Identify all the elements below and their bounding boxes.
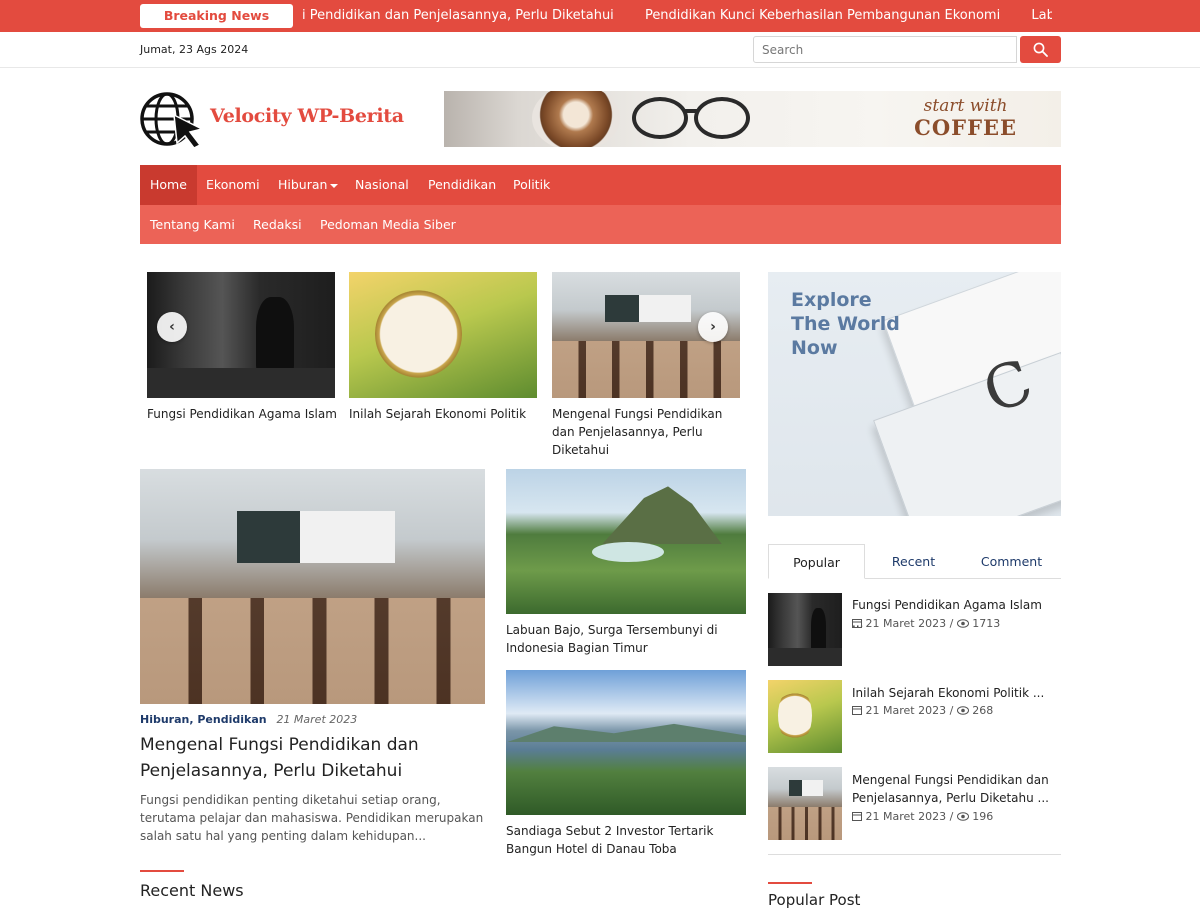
slide-title[interactable]: Fungsi Pendidikan Agama Islam xyxy=(147,405,337,423)
eye-icon xyxy=(956,812,969,821)
bay-shape xyxy=(592,541,665,562)
slider-prev-button[interactable]: ‹ xyxy=(157,312,187,342)
section-divider xyxy=(768,882,812,884)
ticker-item[interactable]: Pendidikan Kunci Keberhasilan Pembanguna… xyxy=(645,8,1000,23)
mountain-shape xyxy=(602,486,722,545)
recent-news-heading: Recent News xyxy=(140,881,244,900)
banner-text: start with COFFEE xyxy=(914,96,1017,140)
post-title[interactable]: Labuan Bajo, Surga Tersembunyi di Indone… xyxy=(506,621,746,657)
ticker-item[interactable]: i Pendidikan dan Penjelasannya, Perlu Di… xyxy=(302,8,614,23)
banner-text-big: COFFEE xyxy=(914,115,1017,140)
ticker-item[interactable]: Labuan Bajo, Surga Tersembunyi di Indone… xyxy=(1031,8,1052,23)
current-date: Jumat, 23 Ags 2024 xyxy=(140,43,249,56)
popular-date: 21 Maret 2023 xyxy=(865,810,947,823)
post-title[interactable]: Sandiaga Sebut 2 Investor Tertarik Bangu… xyxy=(506,822,746,858)
glasses-image xyxy=(632,97,688,139)
globe-cursor-logo-icon[interactable] xyxy=(140,91,206,149)
search-icon xyxy=(1033,42,1048,57)
secondary-nav: Tentang Kami Redaksi Pedoman Media Siber xyxy=(140,205,1061,244)
popular-meta: 21 Maret 2023 / 268 xyxy=(852,704,993,717)
sidebar-ad[interactable]: C Explore The World Now xyxy=(768,272,1061,516)
post-image[interactable] xyxy=(506,469,746,614)
nav-item-redaksi[interactable]: Redaksi xyxy=(243,205,312,244)
mountain-shape xyxy=(506,723,746,743)
slide-title[interactable]: Inilah Sejarah Ekonomi Politik xyxy=(349,405,539,423)
chevron-right-icon: › xyxy=(710,319,716,335)
popular-meta: 21 Maret 2023 / 196 xyxy=(852,810,993,823)
eye-icon xyxy=(956,619,969,628)
popular-thumbnail[interactable] xyxy=(768,593,842,666)
popular-thumbnail[interactable] xyxy=(768,680,842,753)
nav-item-pedoman-media-siber[interactable]: Pedoman Media Siber xyxy=(310,205,466,244)
tab-popular[interactable]: Popular xyxy=(768,544,865,579)
coffee-banner-ad[interactable]: start with COFFEE xyxy=(444,91,1061,147)
site-logo-text[interactable]: Velocity WP-Berita xyxy=(210,105,404,127)
glasses-lens xyxy=(694,97,750,139)
featured-excerpt: Fungsi pendidikan penting diketahui seti… xyxy=(140,793,484,843)
classroom-desks xyxy=(140,598,485,704)
breaking-news-bar: Breaking News i Pendidikan dan Penjelasa… xyxy=(0,0,1200,32)
tab-comment[interactable]: Comment xyxy=(962,544,1061,579)
popular-post-heading: Popular Post xyxy=(768,891,861,909)
popular-views: 1713 xyxy=(972,617,1001,630)
clock-image xyxy=(778,687,813,745)
coffee-cup-image xyxy=(532,91,620,147)
popular-thumbnail[interactable] xyxy=(768,767,842,840)
popular-title[interactable]: Mengenal Fungsi Pendidikan dan Penjelasa… xyxy=(852,771,1057,807)
person-figure xyxy=(256,297,294,373)
person-figure xyxy=(810,607,826,652)
featured-date: 21 Maret 2023 xyxy=(276,713,358,726)
classroom-board xyxy=(788,780,823,797)
clock-image xyxy=(375,284,462,383)
ad-text: Explore The World Now xyxy=(791,289,900,359)
classroom-desks xyxy=(552,341,740,398)
nav-item-hiburan-label: Hiburan xyxy=(278,177,328,192)
sidebar-tabs: Popular Recent Comment xyxy=(768,544,1061,579)
sidebar-divider xyxy=(768,854,1061,855)
featured-meta: Hiburan, Pendidikan 21 Maret 2023 xyxy=(140,713,357,726)
popular-views: 196 xyxy=(972,810,994,823)
breaking-news-badge: Breaking News xyxy=(140,4,293,28)
nav-item-ekonomi[interactable]: Ekonomi xyxy=(196,165,270,205)
eye-icon xyxy=(956,706,969,715)
popular-views: 268 xyxy=(972,704,994,717)
featured-title[interactable]: Mengenal Fungsi Pendidikan dan Penjelasa… xyxy=(140,732,480,784)
calendar-icon xyxy=(852,706,862,715)
nav-item-pendidikan[interactable]: Pendidikan xyxy=(418,165,506,205)
breaking-news-ticker: i Pendidikan dan Penjelasannya, Perlu Di… xyxy=(302,0,1052,32)
slide-title[interactable]: Mengenal Fungsi Pendidikan dan Penjelasa… xyxy=(552,405,742,459)
nav-item-politik[interactable]: Politik xyxy=(503,165,560,205)
search-button[interactable] xyxy=(1020,36,1061,63)
tab-recent[interactable]: Recent xyxy=(865,544,962,579)
classroom-board xyxy=(604,294,692,323)
chevron-left-icon: ‹ xyxy=(169,319,175,335)
post-image[interactable] xyxy=(506,670,746,815)
popular-meta: 21 Maret 2023 / 1713 xyxy=(852,617,1000,630)
popular-date: 21 Maret 2023 xyxy=(865,704,947,717)
popular-date: 21 Maret 2023 xyxy=(865,617,947,630)
popular-title[interactable]: Inilah Sejarah Ekonomi Politik ... xyxy=(852,684,1057,702)
featured-categories[interactable]: Hiburan, Pendidikan xyxy=(140,713,267,726)
nav-item-tentang-kami[interactable]: Tentang Kami xyxy=(140,205,245,244)
main-nav: Home Ekonomi Hiburan Nasional Pendidikan… xyxy=(140,165,1061,205)
classroom-desks xyxy=(768,807,842,840)
section-divider xyxy=(140,870,184,872)
nav-item-nasional[interactable]: Nasional xyxy=(345,165,419,205)
nav-item-hiburan[interactable]: Hiburan xyxy=(268,165,348,205)
calendar-icon xyxy=(852,619,862,628)
search-input[interactable] xyxy=(753,36,1017,63)
calendar-icon xyxy=(852,812,862,821)
featured-image[interactable] xyxy=(140,469,485,704)
slide-image[interactable] xyxy=(349,272,537,398)
classroom-board xyxy=(236,511,396,563)
slider-next-button[interactable]: › xyxy=(698,312,728,342)
date-search-bar: Jumat, 23 Ags 2024 xyxy=(0,32,1200,68)
banner-text-small: start with xyxy=(923,96,1008,116)
nav-item-home[interactable]: Home xyxy=(140,165,197,205)
caret-down-icon xyxy=(330,183,339,188)
